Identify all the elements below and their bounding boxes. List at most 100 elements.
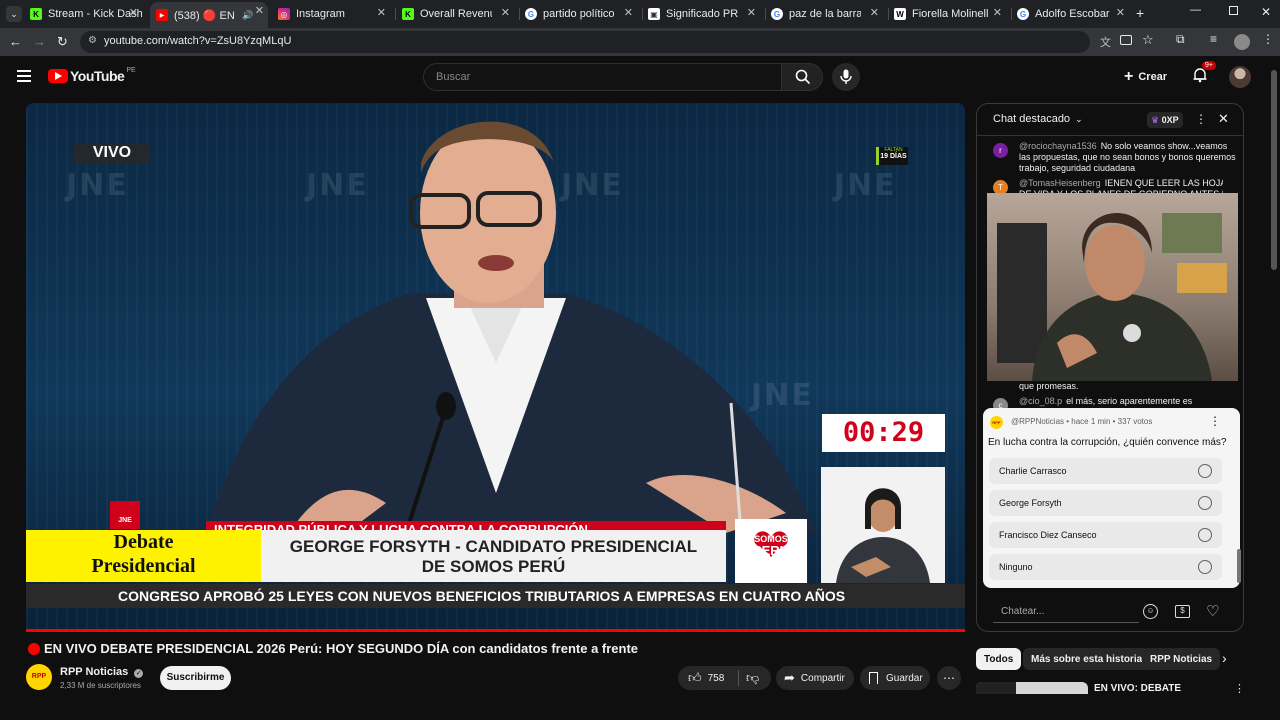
close-tab-icon[interactable]: ✕ bbox=[747, 6, 756, 19]
tab-search-button[interactable]: ⌄ bbox=[6, 6, 22, 22]
browser-tab[interactable]: G partido político prin ✕ bbox=[525, 4, 637, 24]
channel-avatar[interactable]: RPP bbox=[26, 664, 52, 690]
browser-tab-active[interactable]: ▶ (538) 🔴 EN VIVO 🔊 ✕ bbox=[150, 2, 268, 28]
chip-channel[interactable]: RPP Noticias bbox=[1142, 648, 1221, 670]
chat-scrollbar[interactable] bbox=[1237, 549, 1241, 583]
poll-card: RPP @RPPNoticias • hace 1 min • 337 voto… bbox=[983, 408, 1240, 588]
reading-list-icon[interactable]: ≡ bbox=[1210, 32, 1217, 46]
radio-button[interactable] bbox=[1198, 464, 1212, 478]
search-input[interactable]: Buscar bbox=[423, 63, 782, 91]
close-tab-icon[interactable]: ✕ bbox=[624, 6, 633, 19]
browser-tab[interactable]: G paz de la barra - Busc ✕ bbox=[771, 4, 883, 24]
close-tab-icon[interactable]: ✕ bbox=[993, 6, 1002, 19]
close-tab-icon[interactable]: ✕ bbox=[377, 6, 386, 19]
chat-author[interactable]: @rociochayna1536 bbox=[1019, 141, 1097, 151]
tab-title: Adolfo Escobar Bust bbox=[1035, 8, 1111, 20]
like-count: 758 bbox=[707, 672, 725, 684]
candidate-name-line2: DE SOMOS PERÚ bbox=[421, 557, 566, 576]
browser-tab[interactable]: G Adolfo Escobar Bust ✕ bbox=[1017, 4, 1129, 24]
site-info-icon[interactable]: ⚙ bbox=[88, 35, 97, 46]
poll-menu-icon[interactable]: ⋮ bbox=[1209, 414, 1221, 428]
reload-icon[interactable]: ↻ bbox=[57, 34, 68, 50]
poll-option[interactable]: Ninguno bbox=[989, 554, 1222, 580]
page-scrollbar[interactable] bbox=[1271, 70, 1277, 270]
chat-input[interactable]: Chatear... bbox=[993, 601, 1139, 623]
share-button[interactable]: ➦ Compartir bbox=[776, 666, 854, 690]
chip-story[interactable]: Más sobre esta historia bbox=[1023, 648, 1151, 670]
points-badge[interactable]: ♛ 0XP bbox=[1147, 112, 1183, 128]
close-window-icon[interactable]: ✕ bbox=[1261, 5, 1271, 19]
heart-reaction-icon[interactable]: ♡ bbox=[1206, 602, 1219, 620]
voice-search-button[interactable] bbox=[832, 63, 860, 91]
radio-button[interactable] bbox=[1198, 496, 1212, 510]
dislike-button[interactable]: 👎︎ bbox=[739, 670, 759, 686]
browser-tab[interactable]: K Stream - Kick Dashbo ✕ bbox=[30, 4, 142, 24]
chat-menu-icon[interactable]: ⋮ bbox=[1195, 112, 1207, 126]
youtube-logo[interactable]: YouTube PE bbox=[48, 67, 136, 84]
bookmark-star-icon[interactable]: ☆ bbox=[1142, 32, 1154, 48]
related-video-thumbnail[interactable] bbox=[976, 682, 1088, 694]
youtube-favicon-icon: ▶ bbox=[156, 9, 168, 21]
more-actions-button[interactable]: ⋯ bbox=[937, 666, 961, 690]
close-tab-icon[interactable]: ✕ bbox=[255, 4, 264, 17]
notifications-button[interactable]: 9+ bbox=[1192, 61, 1216, 85]
create-button[interactable]: + Crear bbox=[1124, 64, 1167, 90]
browser-menu-icon[interactable]: ⋮ bbox=[1262, 32, 1274, 46]
chip-all[interactable]: Todos bbox=[976, 648, 1022, 670]
radio-button[interactable] bbox=[1198, 560, 1212, 574]
cast-icon[interactable] bbox=[1120, 35, 1132, 45]
browser-tab[interactable]: ▣ Significado PRIN par ✕ bbox=[648, 4, 760, 24]
close-tab-icon[interactable]: ✕ bbox=[1116, 6, 1125, 19]
like-button[interactable]: 👍︎ 758 bbox=[678, 670, 738, 686]
close-chat-icon[interactable]: ✕ bbox=[1218, 111, 1229, 127]
chat-divider bbox=[977, 135, 1243, 136]
lower-third-line2: Presidencial bbox=[91, 555, 196, 577]
back-arrow-icon[interactable]: ← bbox=[9, 34, 22, 49]
address-bar[interactable]: ⚙ youtube.com/watch?v=ZsU8YzqMLqU ⽂ bbox=[80, 31, 1111, 53]
chat-author[interactable]: @TomasHeisenberg bbox=[1019, 178, 1101, 188]
restore-window-icon[interactable] bbox=[1229, 6, 1238, 15]
close-tab-icon[interactable]: ✕ bbox=[870, 6, 879, 19]
browser-tab[interactable]: W Fiorella Molinelli - Wi ✕ bbox=[894, 4, 1006, 24]
translate-icon[interactable]: ⽂ bbox=[1100, 34, 1111, 50]
jne-logo: JNE bbox=[110, 501, 140, 529]
account-avatar[interactable] bbox=[1229, 66, 1251, 88]
radio-button[interactable] bbox=[1198, 528, 1212, 542]
related-video-title[interactable]: EN VIVO: DEBATE bbox=[1094, 683, 1181, 694]
minimize-window-icon[interactable]: — bbox=[1190, 4, 1201, 16]
poll-option[interactable]: Charlie Carrasco bbox=[989, 458, 1222, 484]
related-video-menu-icon[interactable]: ⋮ bbox=[1234, 682, 1245, 695]
close-tab-icon[interactable]: ✕ bbox=[129, 6, 138, 19]
chevron-right-icon[interactable]: › bbox=[1222, 650, 1227, 666]
tab-title: partido político prin bbox=[543, 8, 615, 20]
video-player[interactable]: JNE JNE JNE JNE JNE VIVO FALTAN 19 DÍAS … bbox=[26, 103, 965, 629]
poll-option[interactable]: George Forsyth bbox=[989, 490, 1222, 516]
browser-tab[interactable]: K Overall Revenue - Kic ✕ bbox=[402, 4, 514, 24]
channel-name[interactable]: RPP Noticias ✓ bbox=[60, 666, 144, 678]
browser-tab[interactable]: ◎ Instagram ✕ bbox=[278, 4, 390, 24]
super-chat-icon[interactable]: $ bbox=[1175, 605, 1190, 618]
chat-header-title: Chat destacado bbox=[993, 113, 1071, 125]
audio-playing-icon[interactable]: 🔊 bbox=[242, 10, 253, 21]
profile-avatar[interactable] bbox=[1234, 34, 1250, 50]
chat-author[interactable]: @cio_08.p bbox=[1019, 396, 1062, 406]
extensions-icon[interactable]: ⧉ bbox=[1176, 32, 1185, 47]
save-button[interactable]: Guardar bbox=[860, 666, 930, 690]
days-badge-text: 19 DÍAS bbox=[880, 153, 907, 160]
tab-title: Fiorella Molinelli - Wi bbox=[912, 8, 988, 20]
video-progress-bar[interactable] bbox=[26, 629, 965, 632]
subscribe-button[interactable]: Suscribirme bbox=[160, 666, 231, 690]
forward-arrow-icon[interactable]: → bbox=[33, 34, 46, 49]
emoji-icon[interactable]: ☺ bbox=[1143, 604, 1158, 619]
browser-tab-strip: ⌄ K Stream - Kick Dashbo ✕ ▶ (538) 🔴 EN … bbox=[0, 0, 1280, 28]
countdown-timer: 00:29 bbox=[822, 414, 945, 452]
close-tab-icon[interactable]: ✕ bbox=[501, 6, 510, 19]
chat-mode-dropdown[interactable]: Chat destacado ⌄ bbox=[993, 113, 1083, 125]
instagram-favicon-icon: ◎ bbox=[278, 8, 290, 20]
new-tab-button[interactable]: + bbox=[1136, 5, 1144, 21]
hamburger-menu-icon[interactable] bbox=[17, 70, 31, 82]
poll-option[interactable]: Francisco Diez Canseco bbox=[989, 522, 1222, 548]
search-button[interactable] bbox=[781, 63, 823, 91]
browser-toolbar: ← → ↻ ⚙ youtube.com/watch?v=ZsU8YzqMLqU … bbox=[0, 28, 1280, 56]
poll-option-label: Ninguno bbox=[999, 562, 1033, 572]
